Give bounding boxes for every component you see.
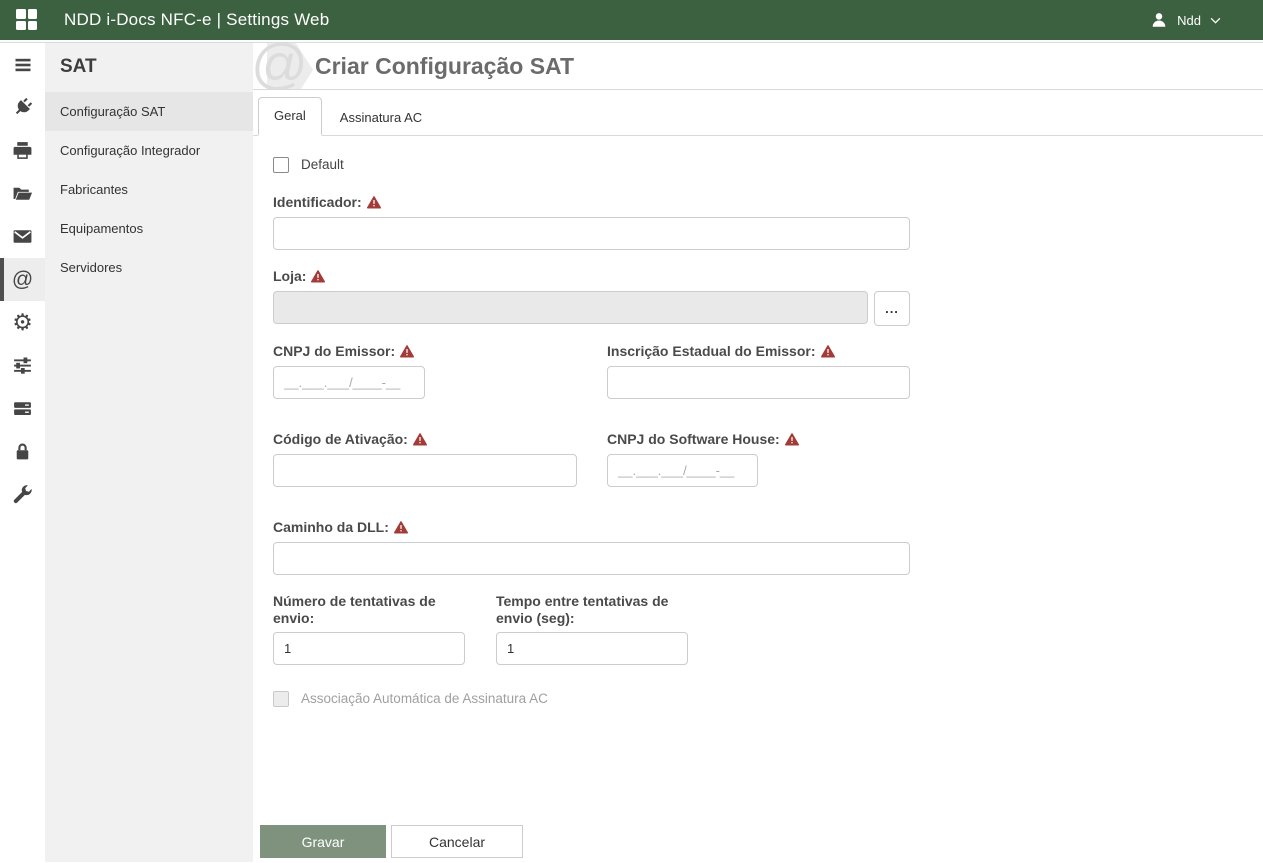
cnpj-emissor-input[interactable] <box>273 366 425 399</box>
identificador-group: Identificador: <box>273 194 1263 250</box>
menu-icon <box>13 55 33 75</box>
page-title: Criar Configuração SAT <box>315 53 574 80</box>
rail-item-preferences[interactable] <box>0 344 45 387</box>
cnpj-software-group: CNPJ do Software House: <box>607 431 799 487</box>
codigo-ativacao-label: Código de Ativação: <box>273 431 607 448</box>
assoc-checkbox-row: Associação Automática de Assinatura AC <box>273 690 1263 707</box>
plug-icon <box>12 97 33 118</box>
warning-icon <box>394 521 408 534</box>
tentativas-label: Número de tentativas de envio: <box>273 593 465 627</box>
user-menu[interactable]: Ndd <box>1150 11 1221 29</box>
app-title: NDD i-Docs NFC-e | Settings Web <box>64 10 329 30</box>
rail-item-files[interactable] <box>0 172 45 215</box>
cancel-button[interactable]: Cancelar <box>391 825 523 858</box>
assoc-checkbox <box>273 691 289 707</box>
logo-square <box>28 21 37 30</box>
tentativas-input[interactable] <box>273 632 465 665</box>
tentativas-row: Número de tentativas de envio: Tempo ent… <box>273 593 1263 665</box>
inscricao-input[interactable] <box>607 366 910 399</box>
caminho-dll-group: Caminho da DLL: <box>273 519 1263 575</box>
rail-item-servers[interactable] <box>0 387 45 430</box>
sidebar-item-equipamentos[interactable]: Equipamentos <box>45 209 253 248</box>
inscricao-label: Inscrição Estadual do Emissor: <box>607 343 910 360</box>
save-button[interactable]: Gravar <box>260 825 386 858</box>
default-label: Default <box>301 157 344 172</box>
rail-item-nfce[interactable]: @ <box>0 258 45 301</box>
tab-bar: Geral Assinatura AC <box>253 97 1263 136</box>
codigo-ativacao-group: Código de Ativação: <box>273 431 607 487</box>
menu-toggle-button[interactable] <box>0 43 45 86</box>
cnpj-emissor-group: CNPJ do Emissor: <box>273 343 607 399</box>
tempo-group: Tempo entre tentativas de envio (seg): <box>496 593 688 665</box>
rail-item-email[interactable] <box>0 215 45 258</box>
form-actions: Gravar Cancelar <box>260 825 1263 858</box>
sliders-icon <box>12 355 33 376</box>
rail-item-connections[interactable] <box>0 86 45 129</box>
server-icon <box>12 398 33 419</box>
tentativas-group: Número de tentativas de envio: <box>273 593 496 665</box>
cnpj-inscricao-row: CNPJ do Emissor: Inscrição Estadual do E… <box>273 343 1263 399</box>
warning-icon <box>311 270 325 283</box>
gear-icon: ⚙ <box>12 311 33 334</box>
tempo-input[interactable] <box>496 632 688 665</box>
printer-icon <box>12 140 33 161</box>
wrench-icon <box>12 484 33 505</box>
default-checkbox-row: Default <box>273 156 1263 173</box>
caminho-dll-input[interactable] <box>273 542 910 575</box>
at-icon: @ <box>12 269 33 290</box>
sidebar-title: SAT <box>45 43 253 92</box>
folder-open-icon <box>12 183 33 204</box>
logo-square <box>16 9 26 19</box>
sidebar-item-servidores[interactable]: Servidores <box>45 248 253 287</box>
loja-group: Loja: ... <box>273 268 1263 326</box>
form-geral: Default Identificador: Loja: <box>253 136 1263 858</box>
cnpj-emissor-label: CNPJ do Emissor: <box>273 343 607 360</box>
topbar: NDD i-Docs NFC-e | Settings Web Ndd <box>0 0 1263 40</box>
sidebar-item-configuracao-sat[interactable]: Configuração SAT <box>45 92 253 131</box>
rail-item-tools[interactable] <box>0 473 45 516</box>
page-header: @ Criar Configuração SAT <box>253 43 1263 90</box>
warning-icon <box>400 345 414 358</box>
identificador-label: Identificador: <box>273 194 1263 211</box>
rail-item-settings[interactable]: ⚙ <box>0 301 45 344</box>
at-watermark-icon: @ <box>253 43 317 90</box>
warning-icon <box>821 345 835 358</box>
codigo-ativacao-input[interactable] <box>273 454 577 487</box>
user-icon <box>1150 11 1168 29</box>
cnpj-software-input[interactable] <box>607 454 758 487</box>
user-name: Ndd <box>1177 13 1201 28</box>
chevron-down-icon <box>1210 17 1221 24</box>
loja-label: Loja: <box>273 268 1263 285</box>
logo-square <box>16 21 26 30</box>
default-checkbox[interactable] <box>273 157 289 173</box>
identificador-input[interactable] <box>273 217 910 250</box>
sidebar-item-fabricantes[interactable]: Fabricantes <box>45 170 253 209</box>
main-content: @ Criar Configuração SAT Geral Assinatur… <box>253 43 1263 862</box>
warning-icon <box>367 196 381 209</box>
warning-icon <box>413 433 427 446</box>
codigo-cnpjsh-row: Código de Ativação: CNPJ do Software Hou… <box>273 431 1263 487</box>
cnpj-software-label: CNPJ do Software House: <box>607 431 799 448</box>
icon-rail: @ ⚙ <box>0 43 45 862</box>
rail-item-security[interactable] <box>0 430 45 473</box>
assoc-label: Associação Automática de Assinatura AC <box>301 691 548 706</box>
loja-input <box>273 291 868 324</box>
lock-icon <box>12 441 33 462</box>
rail-item-printers[interactable] <box>0 129 45 172</box>
tempo-label: Tempo entre tentativas de envio (seg): <box>496 593 688 627</box>
logo-square <box>28 9 37 19</box>
tab-assinatura-ac[interactable]: Assinatura AC <box>322 99 440 136</box>
app-logo-icon[interactable] <box>16 9 38 31</box>
tab-geral[interactable]: Geral <box>258 97 322 136</box>
warning-icon <box>785 433 799 446</box>
inscricao-group: Inscrição Estadual do Emissor: <box>607 343 910 399</box>
sat-sidebar: SAT Configuração SAT Configuração Integr… <box>45 43 253 862</box>
envelope-icon <box>12 226 33 247</box>
caminho-dll-label: Caminho da DLL: <box>273 519 1263 536</box>
sidebar-item-configuracao-integrador[interactable]: Configuração Integrador <box>45 131 253 170</box>
loja-browse-button[interactable]: ... <box>874 291 910 326</box>
